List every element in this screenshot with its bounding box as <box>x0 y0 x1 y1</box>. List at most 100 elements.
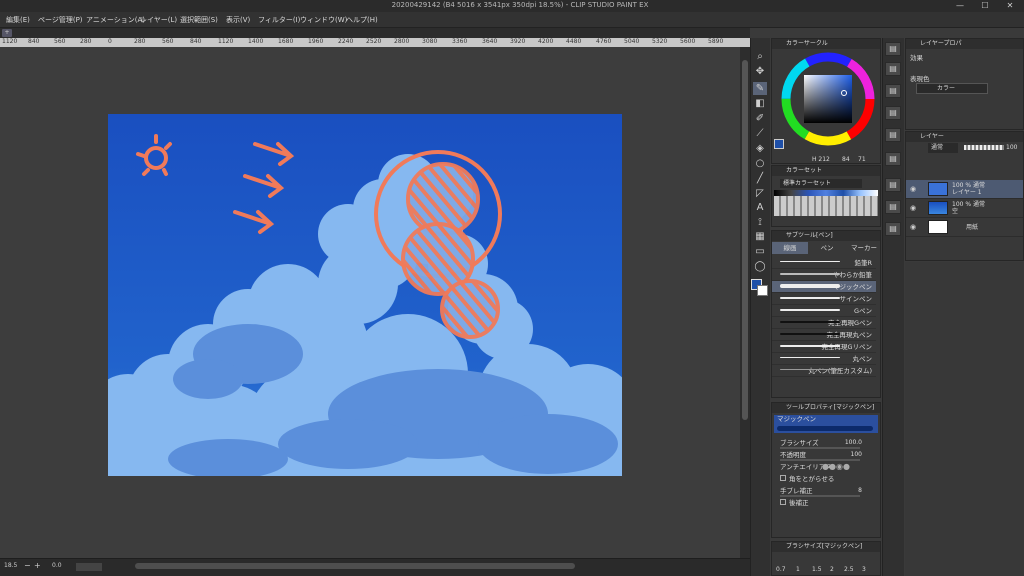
checkbox[interactable] <box>780 475 786 481</box>
opacity-row[interactable]: 不透明度 100 <box>772 449 880 461</box>
brush-item[interactable]: 完全再現Gリペン <box>772 341 876 353</box>
layer-row[interactable]: ◉ 用紙 <box>906 218 1023 237</box>
color-swatch-row[interactable] <box>774 190 878 196</box>
gradient-tool-icon[interactable]: ▦ <box>753 230 767 243</box>
size-preset[interactable]: 2.5 <box>844 566 854 573</box>
checkbox[interactable] <box>780 499 786 505</box>
color-set-dropdown[interactable]: 標準カラーセット <box>780 179 862 188</box>
color-wheel[interactable] <box>780 51 876 147</box>
brush-item[interactable]: 鉛筆R <box>772 257 876 269</box>
layer-property-panel: レイヤープロパ 効果 表現色 カラー <box>905 38 1024 130</box>
zoom-in-icon[interactable]: + <box>34 561 41 570</box>
size-preset[interactable]: 2 <box>830 566 834 573</box>
tab-pen[interactable]: ペン <box>809 242 845 254</box>
menu-window[interactable]: ウィンドウ(W) <box>300 15 347 25</box>
ruler-tool-icon[interactable]: ▭ <box>753 245 767 258</box>
navigator-icon[interactable]: ▤ <box>885 42 901 56</box>
shape-tool-icon[interactable]: ○ <box>753 157 767 170</box>
close-button[interactable]: ✕ <box>1000 0 1020 12</box>
zoom-out-icon[interactable]: − <box>24 561 31 570</box>
menu-selection[interactable]: 選択範囲(S) <box>180 15 218 25</box>
menu-edit[interactable]: 編集(E) <box>6 15 30 25</box>
sub-view-icon[interactable]: ▤ <box>885 62 901 76</box>
pen-tool-icon[interactable]: ✎ <box>753 82 767 95</box>
material-icon[interactable]: ▤ <box>885 106 901 120</box>
rotation-slider[interactable] <box>76 563 102 571</box>
brush-item[interactable]: 完全再現丸ペン <box>772 329 876 341</box>
eye-icon[interactable]: ◉ <box>910 185 916 193</box>
brush-size-panel: ブラシサイズ[マジックペン] 0.7 1 1.5 2 2.5 3 <box>771 541 881 576</box>
color-wheel-panel: カラーサークル H 212 84 71 <box>771 38 881 164</box>
animation-icon[interactable]: ▤ <box>885 222 901 236</box>
opacity-value[interactable]: 100 <box>1006 144 1017 151</box>
line-tool-icon[interactable]: ╱ <box>753 172 767 185</box>
size-preset[interactable]: 3 <box>862 566 866 573</box>
layer-search-icon[interactable]: ▤ <box>885 200 901 214</box>
menu-help[interactable]: ヘルプ(H) <box>346 15 378 25</box>
size-preset[interactable]: 1.5 <box>812 566 822 573</box>
color-mode-dropdown[interactable]: カラー <box>916 83 988 94</box>
blend-mode-dropdown[interactable]: 通常 <box>928 143 958 153</box>
ruler-tick: 5890 <box>708 38 724 45</box>
tab-lineart[interactable]: 線画 <box>772 242 808 254</box>
layer-row[interactable]: ◉ 100 % 通常 レイヤー 1 <box>906 180 1023 199</box>
brush-size-row[interactable]: ブラシサイズ 100.0 <box>772 437 880 449</box>
ruler-tick: 1680 <box>278 38 294 45</box>
menu-animation[interactable]: アニメーション(A) <box>86 15 145 25</box>
zoom-value[interactable]: 18.5 <box>4 562 17 569</box>
info-icon[interactable]: ▤ <box>885 84 901 98</box>
brush-item[interactable]: 丸ペン(筆圧カスタム) <box>772 365 876 377</box>
brush-label: Gペン <box>853 307 872 315</box>
size-preset[interactable]: 0.7 <box>776 566 786 573</box>
brush-item[interactable]: 丸ペン <box>772 353 876 365</box>
eye-icon[interactable]: ◉ <box>910 223 916 231</box>
item-bank-icon[interactable]: ▤ <box>885 178 901 192</box>
tab-marker[interactable]: マーカー <box>846 242 882 254</box>
opacity-slider[interactable] <box>964 145 1004 150</box>
size-preset[interactable]: 1 <box>796 566 800 573</box>
minimize-button[interactable]: — <box>950 0 970 12</box>
zoom-tool-icon[interactable]: ⌕ <box>753 50 767 63</box>
fill-tool-icon[interactable]: ◈ <box>753 142 767 155</box>
menu-view[interactable]: 表示(V) <box>226 15 250 25</box>
ruler-tick: 280 <box>134 38 146 45</box>
brush-item[interactable]: サインペン <box>772 293 876 305</box>
eye-icon[interactable]: ◉ <box>910 204 916 212</box>
menu-page[interactable]: ページ管理(P) <box>38 15 83 25</box>
text-tool-icon[interactable]: A <box>753 201 767 214</box>
layer-row[interactable]: ◉ 100 % 通常空 <box>906 199 1023 218</box>
balloon-tool-icon[interactable]: ◯ <box>753 260 767 273</box>
add-tab-button[interactable]: + <box>2 29 12 37</box>
ruler-tick: 0 <box>108 38 112 45</box>
brush-item[interactable]: やわらか鉛筆 <box>772 269 876 281</box>
antialias-row[interactable]: アンチエイリアス ●●◉● <box>772 461 880 473</box>
history-icon[interactable]: ▤ <box>885 128 901 142</box>
brush-item[interactable]: Gペン <box>772 305 876 317</box>
ruler-tick: 4200 <box>538 38 554 45</box>
artwork-canvas[interactable] <box>108 114 622 476</box>
menu-layer[interactable]: レイヤー(L) <box>140 15 177 25</box>
brush-item[interactable]: 完全再現Gペン <box>772 317 876 329</box>
brightness-value: 71 <box>858 156 866 163</box>
sharp-corner-row[interactable]: 角をとがらせる <box>772 473 880 485</box>
horizontal-scroll-thumb[interactable] <box>135 563 575 569</box>
rotation-value[interactable]: 0.0 <box>52 562 62 569</box>
move-tool-icon[interactable]: ✥ <box>753 65 767 78</box>
vertical-scroll-thumb[interactable] <box>742 60 748 420</box>
frame-tool-icon[interactable]: ◸ <box>753 187 767 200</box>
eyedropper-tool-icon[interactable]: ⟟ <box>753 216 767 229</box>
brush-tool-icon[interactable]: ⟋ <box>753 127 767 140</box>
menu-filter[interactable]: フィルター(I) <box>258 15 300 25</box>
current-color-swatch[interactable] <box>774 139 784 149</box>
ruler-tick: 2520 <box>366 38 382 45</box>
brush-item-selected[interactable]: マジックペン <box>772 281 876 293</box>
eraser-tool-icon[interactable]: ◧ <box>753 97 767 110</box>
pencil-tool-icon[interactable]: ✐ <box>753 112 767 125</box>
sub-color-swatch[interactable] <box>757 285 768 296</box>
layer-list: ◉ 100 % 通常 レイヤー 1 ◉ 100 % 通常空 ◉ 用紙 <box>906 180 1023 237</box>
stabilization-row[interactable]: 手ブレ補正 8 <box>772 485 880 497</box>
maximize-button[interactable]: ☐ <box>975 0 995 12</box>
auto-action-icon[interactable]: ▤ <box>885 152 901 166</box>
post-correction-row[interactable]: 後補正 <box>772 497 880 509</box>
antialias-options-icon[interactable]: ●●◉● <box>822 461 850 473</box>
